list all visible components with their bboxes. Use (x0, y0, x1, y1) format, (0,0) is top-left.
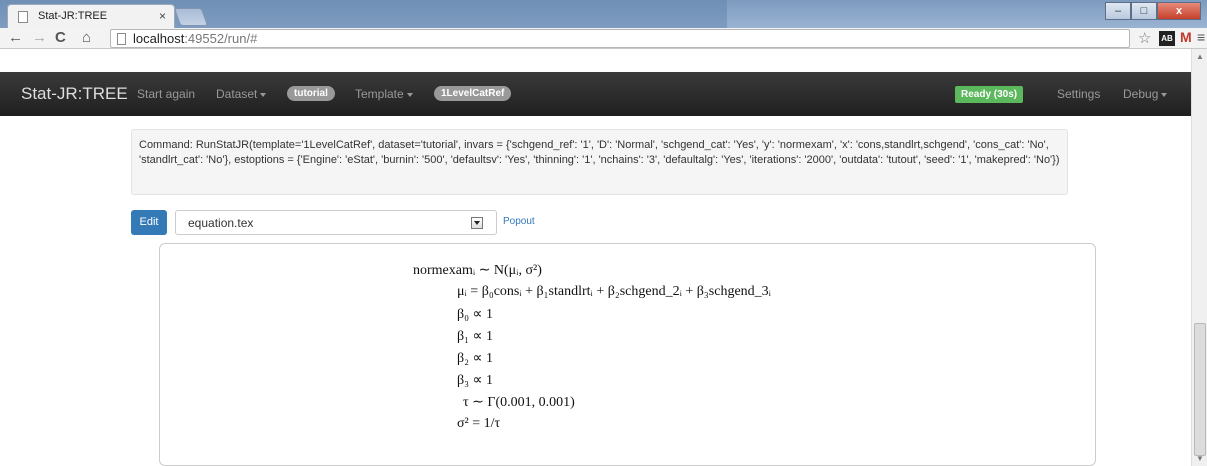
dropdown-arrow-icon[interactable] (471, 217, 483, 229)
equation-line: σ² = 1/τ (457, 416, 501, 431)
home-icon[interactable]: ⌂ (82, 29, 91, 46)
start-again-link[interactable]: Start again (137, 87, 195, 101)
browser-tab[interactable]: Stat-JR:TREE × (7, 4, 175, 28)
minimize-button[interactable]: – (1105, 2, 1131, 20)
dataset-menu[interactable]: Dataset (216, 87, 267, 101)
address-toolbar: ← → C ⌂ localhost:49552/run/# ☆ AB M ≡ (0, 28, 1207, 49)
dataset-label: Dataset (216, 87, 258, 101)
extension-icon[interactable]: AB (1159, 31, 1175, 46)
scrollbar-thumb[interactable] (1194, 323, 1206, 456)
bookmark-star-icon[interactable]: ☆ (1138, 29, 1151, 47)
close-window-button[interactable]: x (1157, 2, 1201, 20)
url-path: :49552/run/# (184, 31, 258, 46)
caret-down-icon (406, 92, 413, 97)
scroll-down-icon[interactable]: ▼ (1196, 454, 1204, 463)
maximize-button[interactable]: □ (1131, 2, 1157, 20)
forward-arrow-icon[interactable]: → (32, 29, 47, 46)
page-icon (117, 33, 126, 45)
page-icon (18, 11, 28, 23)
equation-line: β₃ ∝ 1 (457, 373, 494, 388)
caret-down-icon (1161, 92, 1168, 97)
url-host: localhost (133, 31, 185, 46)
reload-icon[interactable]: C (55, 29, 66, 46)
page-viewport: Stat-JR:TREE Start again Dataset tutoria… (0, 49, 1191, 466)
equation-line: normexamᵢ ∼ N(μᵢ, σ²) (413, 263, 542, 278)
equation-line: β₂ ∝ 1 (457, 351, 494, 366)
file-select-value: equation.tex (188, 216, 254, 230)
template-badge: 1LevelCatRef (434, 86, 512, 101)
file-select[interactable]: equation.tex (175, 210, 497, 235)
settings-link[interactable]: Settings (1057, 87, 1100, 101)
dataset-badge: tutorial (287, 86, 335, 101)
window-controls: – □ x (1105, 2, 1201, 20)
gmail-icon[interactable]: M (1180, 29, 1192, 45)
template-menu[interactable]: Template (355, 87, 413, 101)
edit-button[interactable]: Edit (131, 210, 167, 235)
url-field[interactable]: localhost:49552/run/# (110, 29, 1130, 48)
tab-title: Stat-JR:TREE (38, 10, 108, 22)
equation-line: μᵢ = β₀consᵢ + β₁standlrtᵢ + β₂schgend_2… (457, 284, 771, 299)
caret-down-icon (260, 92, 267, 97)
status-badge: Ready (30s) (955, 86, 1024, 103)
app-navbar: Stat-JR:TREE Start again Dataset tutoria… (0, 72, 1191, 116)
debug-label: Debug (1123, 87, 1159, 101)
tab-close-icon[interactable]: × (159, 9, 166, 23)
equation-panel: normexamᵢ ∼ N(μᵢ, σ²) μᵢ = β₀consᵢ + β₁s… (159, 243, 1096, 466)
template-label: Template (355, 87, 404, 101)
back-arrow-icon[interactable]: ← (8, 29, 23, 46)
command-well: Command: RunStatJR(template='1LevelCatRe… (131, 129, 1068, 195)
debug-menu[interactable]: Debug (1123, 87, 1168, 101)
equation-line: β₀ ∝ 1 (457, 307, 494, 322)
equation-line: β₁ ∝ 1 (457, 329, 494, 344)
app-brand[interactable]: Stat-JR:TREE (21, 84, 128, 104)
scroll-up-icon[interactable]: ▲ (1196, 52, 1204, 61)
equation-line: τ ∼ Γ(0.001, 0.001) (463, 395, 575, 410)
popout-link[interactable]: Popout (503, 216, 535, 227)
vertical-scrollbar[interactable]: ▲ ▼ (1191, 49, 1207, 466)
menu-icon[interactable]: ≡ (1197, 29, 1205, 45)
new-tab-button[interactable] (173, 8, 209, 26)
